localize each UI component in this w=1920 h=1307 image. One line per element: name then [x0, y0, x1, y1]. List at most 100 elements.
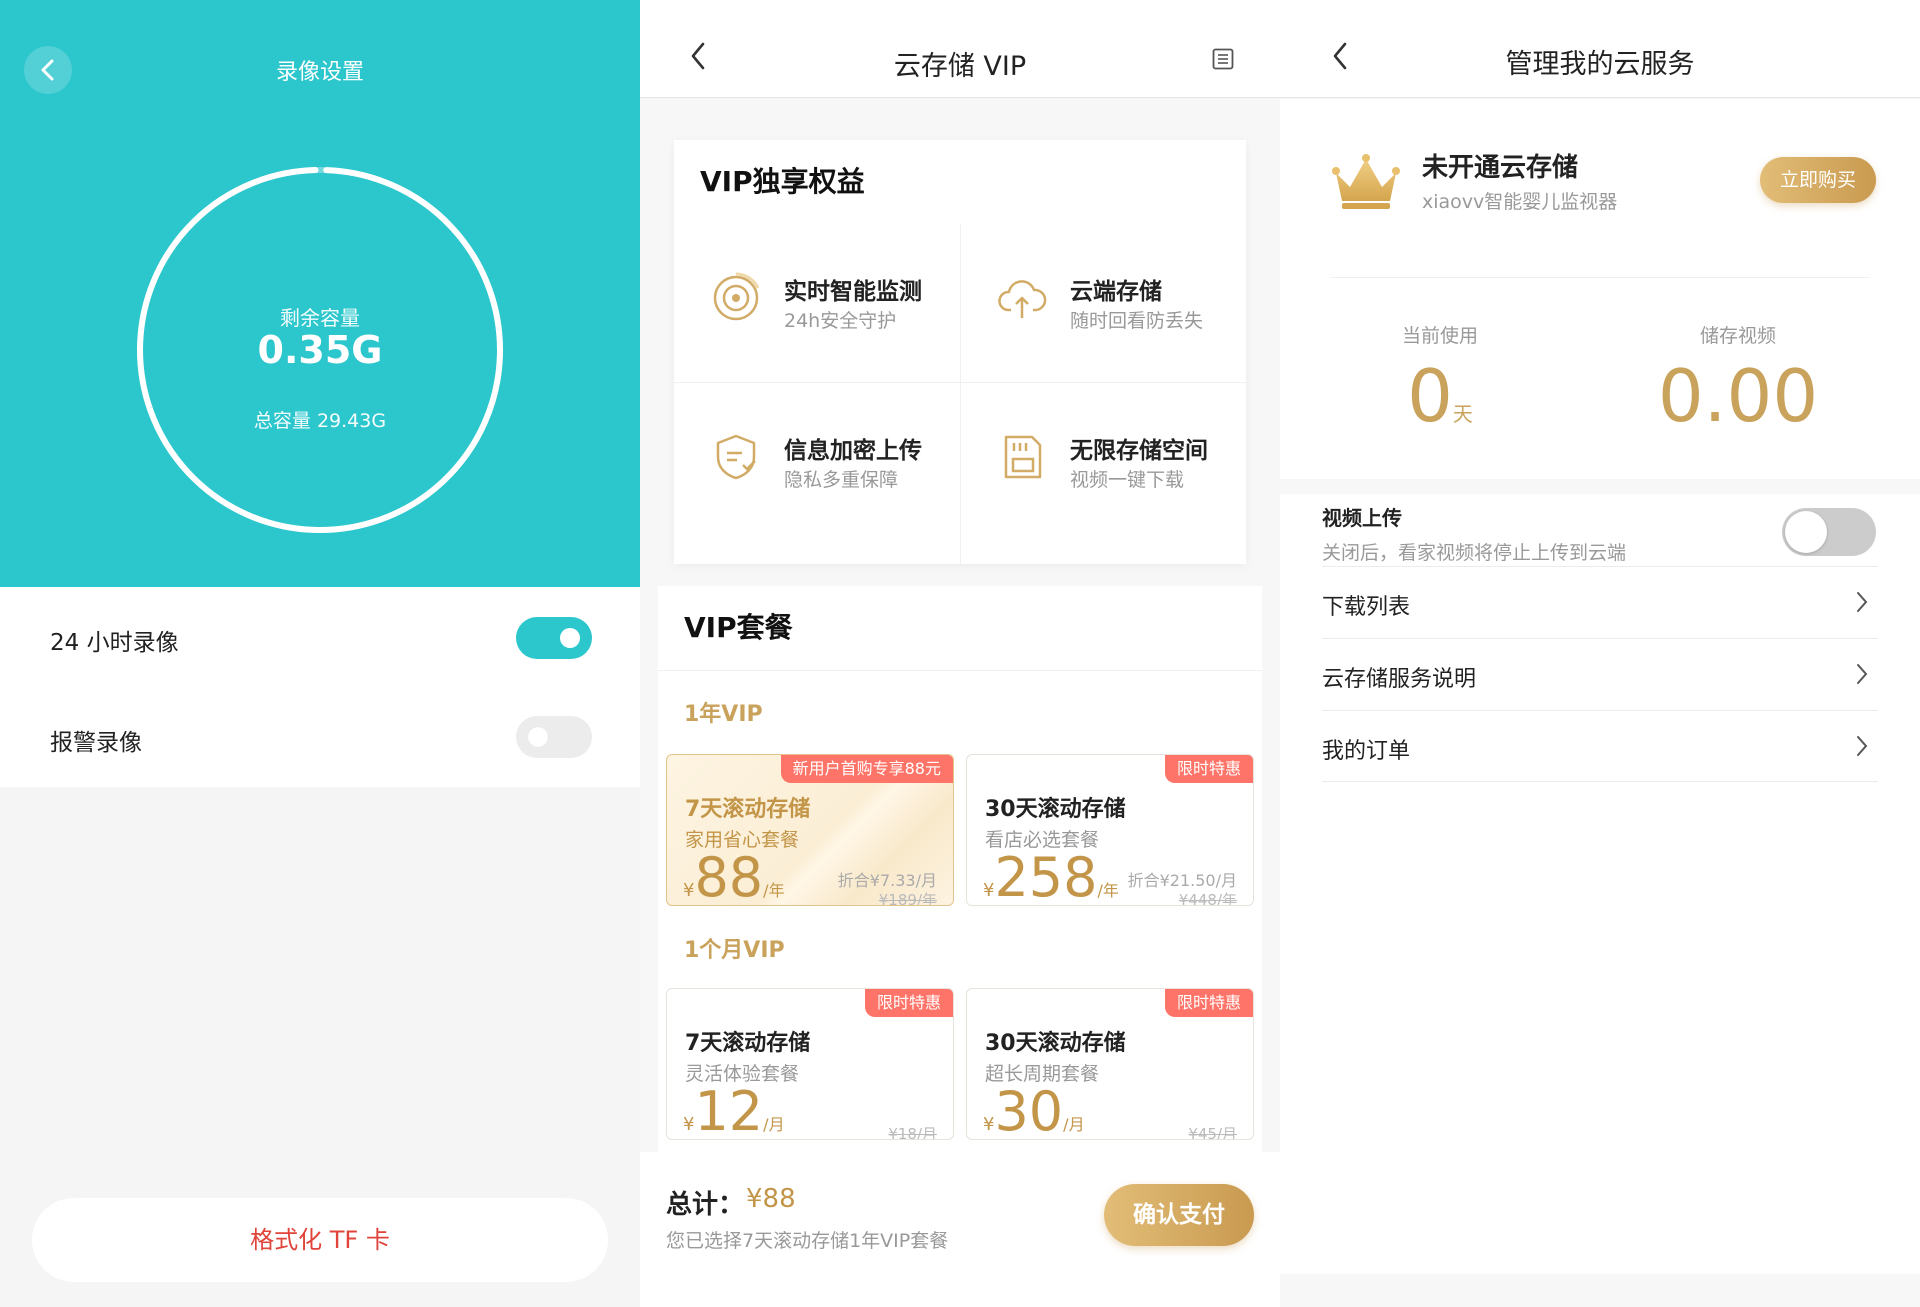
stat-number: 0: [1407, 354, 1453, 438]
benefit-subtitle: 24h安全守护: [784, 310, 897, 332]
plan-badge: 新用户首购专享88元: [780, 755, 953, 783]
price-value: 30: [994, 1080, 1064, 1140]
recording-settings-panel: 录像设置 剩余容量 0.35G 总容量 29.43G 24 小时录像 报警录像 …: [0, 0, 640, 1307]
stat-label: 储存视频: [1699, 325, 1776, 347]
stat-stored-video: 储存视频 0.00: [1598, 321, 1878, 436]
stat-number: 0.00: [1657, 354, 1819, 438]
plan-equivalent: 折合¥7.33/月: [837, 871, 937, 890]
plans-card: VIP套餐 1年VIP 新用户首购专享88元 7天滚动存储 家用省心套餐 ¥88…: [658, 586, 1262, 1152]
row-service-description[interactable]: 云存储服务说明: [1322, 638, 1878, 710]
selection-summary: 您已选择7天滚动存储1年VIP套餐: [666, 1230, 949, 1252]
plan-name: 30天滚动存储: [985, 797, 1126, 822]
video-upload-toggle[interactable]: [1782, 508, 1876, 556]
target-icon: [713, 272, 760, 321]
plan-badge: 限时特惠: [1164, 755, 1253, 783]
chevron-right-icon: [1857, 664, 1868, 684]
stat-current-usage: 当前使用 0天: [1300, 321, 1580, 436]
price-unit: /年: [763, 881, 785, 900]
service-settings-list: 视频上传 关闭后，看家视频将停止上传到云端 下载列表 云存储服务说明 我的订单: [1280, 494, 1920, 784]
plan-card-year-30day[interactable]: 限时特惠 30天滚动存储 看店必选套餐 ¥258/年 折合¥21.50/月 ¥4…: [966, 754, 1254, 906]
menu-button[interactable]: [1212, 48, 1234, 74]
benefit-item: 信息加密上传 隐私多重保障: [674, 383, 960, 541]
stat-label: 当前使用: [1401, 325, 1478, 347]
crown-icon: [1332, 154, 1400, 209]
price-unit: /月: [1063, 1115, 1085, 1134]
stat-value: 0天: [1300, 356, 1580, 436]
vip-header: 云存储 VIP: [640, 0, 1280, 98]
total-value: ¥88: [746, 1184, 796, 1214]
currency: ¥: [983, 880, 995, 901]
row-alarm-recording: 报警录像: [0, 687, 640, 787]
row-label: 我的订单: [1322, 739, 1411, 764]
total-capacity: 总容量 29.43G: [253, 410, 387, 432]
benefit-item: 云端存储 随时回看防丢失: [960, 224, 1246, 382]
list-icon: [1212, 48, 1234, 70]
plan-price: ¥30/月: [983, 1085, 1085, 1139]
benefit-title: 信息加密上传: [784, 438, 922, 464]
manage-header: 管理我的云服务: [1280, 0, 1920, 98]
chevron-right-icon: [1857, 736, 1868, 756]
row-label: 下载列表: [1322, 595, 1411, 620]
plan-card-year-7day[interactable]: 新用户首购专享88元 7天滚动存储 家用省心套餐 ¥88/年 折合¥7.33/月…: [666, 754, 954, 906]
plan-original-price: ¥45/月: [1188, 1125, 1237, 1140]
page-title: 录像设置: [275, 60, 364, 85]
group-title-month: 1个月VIP: [684, 938, 785, 963]
row-24h-recording: 24 小时录像: [0, 587, 640, 687]
page-title: 管理我的云服务: [1505, 49, 1695, 80]
plan-name: 30天滚动存储: [985, 1031, 1126, 1056]
buy-now-button[interactable]: 立即购买: [1760, 157, 1876, 203]
subscription-status: 未开通云存储: [1422, 153, 1579, 183]
benefit-subtitle: 视频一键下载: [1070, 469, 1185, 491]
price-unit: /月: [763, 1115, 785, 1134]
row-download-list[interactable]: 下载列表: [1322, 566, 1878, 638]
plan-equivalent: 折合¥21.50/月: [1127, 871, 1237, 890]
total-label: 总计：: [666, 1190, 745, 1220]
row-label: 24 小时录像: [50, 630, 179, 656]
benefits-title: VIP独享权益: [700, 165, 865, 198]
price-value: 88: [694, 846, 764, 906]
plan-card-month-7day[interactable]: 限时特惠 7天滚动存储 灵活体验套餐 ¥12/月 ¥18/月: [666, 988, 954, 1140]
benefits-grid: 实时智能监测 24h安全守护 云端存储 随时回看防丢失 信息加密上传 隐私多重保…: [674, 224, 1246, 564]
benefit-subtitle: 隐私多重保障: [784, 469, 899, 491]
confirm-pay-button[interactable]: 确认支付: [1104, 1184, 1254, 1246]
upload-desc: 关闭后，看家视频将停止上传到云端: [1322, 542, 1627, 564]
storage-summary: 剩余容量 0.35G 总容量 29.43G: [136, 166, 504, 534]
format-tf-button[interactable]: 格式化 TF 卡: [32, 1198, 608, 1282]
row-label: 报警录像: [50, 730, 142, 756]
benefit-subtitle: 随时回看防丢失: [1070, 310, 1204, 332]
plan-price: ¥12/月: [683, 1085, 785, 1139]
plan-original-price: ¥448/年: [1178, 891, 1237, 906]
currency: ¥: [683, 1114, 695, 1135]
price-value: 12: [694, 1080, 764, 1140]
manage-cloud-panel: 管理我的云服务 未开通云存储 xiaovv智能婴儿监视器 立即购买 当前使用 0…: [1280, 0, 1920, 1307]
plan-badge: 限时特惠: [1164, 989, 1253, 1017]
plan-card-month-30day[interactable]: 限时特惠 30天滚动存储 超长周期套餐 ¥30/月 ¥45/月: [966, 988, 1254, 1140]
plan-original-price: ¥18/月: [888, 1125, 937, 1140]
empty-area: [1280, 784, 1920, 1274]
benefits-card: VIP独享权益 实时智能监测 24h安全守护 云端存储 随时回看防丢失 信息加密…: [674, 140, 1246, 564]
currency: ¥: [983, 1114, 995, 1135]
benefit-item: 无限存储空间 视频一键下载: [960, 383, 1246, 541]
plan-price: ¥258/年: [983, 851, 1119, 905]
upload-title: 视频上传: [1322, 506, 1402, 530]
vip-panel: 云存储 VIP VIP独享权益 实时智能监测 24h安全守护 云端存储 随时回看…: [640, 0, 1280, 1307]
plan-price: ¥88/年: [683, 851, 785, 905]
shield-icon: [716, 434, 756, 480]
plan-original-price: ¥189/年: [878, 891, 937, 906]
storage-header: 录像设置 剩余容量 0.35G 总容量 29.43G: [0, 0, 640, 587]
recording-options: 24 小时录像 报警录像: [0, 587, 640, 787]
benefit-title: 实时智能监测: [784, 279, 922, 305]
price-unit: /年: [1097, 881, 1119, 900]
price-value: 258: [994, 846, 1098, 906]
cloud-upload-icon: [998, 280, 1047, 318]
benefit-item: 实时智能监测 24h安全守护: [674, 224, 960, 382]
remaining-value: 0.35G: [257, 328, 383, 372]
subscription-card: 未开通云存储 xiaovv智能婴儿监视器 立即购买 当前使用 0天 储存视频 0…: [1280, 99, 1920, 479]
benefit-title: 无限存储空间: [1070, 438, 1208, 464]
remaining-label: 剩余容量: [280, 306, 360, 330]
plan-name: 7天滚动存储: [685, 797, 811, 822]
row-my-orders[interactable]: 我的订单: [1322, 710, 1878, 782]
plans-title: VIP套餐: [684, 611, 793, 644]
toggle-alarm-recording[interactable]: [516, 716, 592, 758]
toggle-24h-recording[interactable]: [516, 617, 592, 659]
